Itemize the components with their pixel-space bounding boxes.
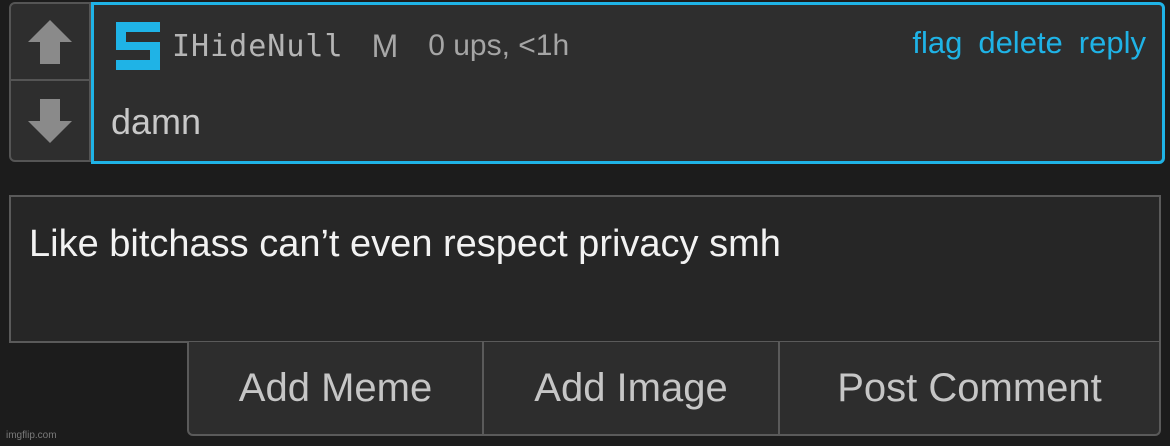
delete-link[interactable]: delete [978,25,1062,61]
comment-actions: flag delete reply [912,25,1146,61]
page: IHideNull M 0 ups, <1h flag delete reply… [0,0,1170,446]
comment-stats: 0 ups, <1h [428,29,570,62]
comment-textarea-value[interactable]: Like bitchass can’t even respect privacy… [29,223,781,266]
comment-text: damn [111,101,202,142]
vote-column [11,4,91,160]
watermark: imgflip.com [6,430,57,441]
comment-body: IHideNull M 0 ups, <1h flag delete reply… [91,2,1165,164]
user-badge: M [371,27,399,64]
composer-button-bar: Add Meme Add Image Post Comment [187,342,1161,436]
reply-link[interactable]: reply [1079,25,1146,61]
arrow-down-icon [28,98,72,143]
arrow-up-icon [28,19,72,64]
comment-meta: IHideNull M 0 ups, <1h [112,19,569,73]
post-comment-button[interactable]: Post Comment [780,342,1159,434]
downvote-button[interactable] [11,82,89,159]
flag-link[interactable]: flag [912,25,962,61]
comment-textarea[interactable]: Like bitchass can’t even respect privacy… [9,195,1161,343]
upvote-button[interactable] [11,4,89,81]
username[interactable]: IHideNull [172,29,344,64]
add-meme-button[interactable]: Add Meme [189,342,484,434]
add-image-button[interactable]: Add Image [484,342,780,434]
user-avatar-icon[interactable] [112,20,164,72]
comment-card: IHideNull M 0 ups, <1h flag delete reply… [9,2,1165,164]
